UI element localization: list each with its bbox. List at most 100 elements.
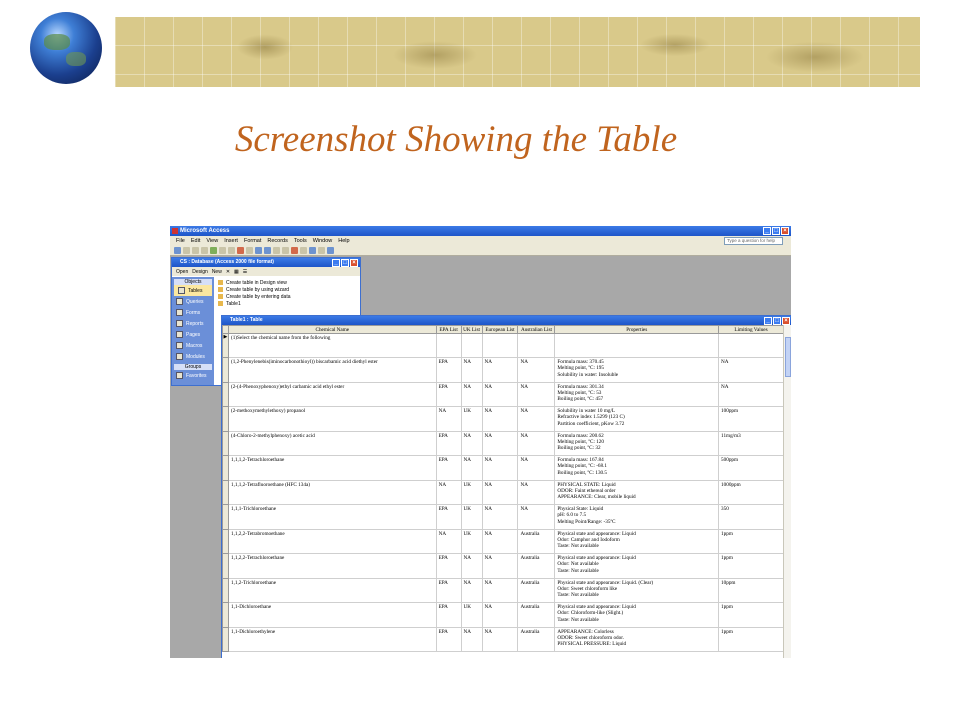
epa-list-cell[interactable]: EPA — [435, 602, 462, 628]
col-limiting-values[interactable]: Limiting Values — [718, 325, 784, 334]
uk-list-cell[interactable]: NA — [460, 626, 483, 652]
details-icon[interactable]: ☰ — [243, 269, 247, 275]
european-list-cell[interactable]: NA — [481, 455, 519, 481]
col-australian-list[interactable]: Australian List — [517, 325, 556, 334]
australian-list-cell[interactable]: NA — [517, 455, 556, 481]
table-row[interactable]: (4-Chloro-2-methylphenoxy) acetic acid EP… — [222, 430, 784, 456]
object-pages[interactable]: Pages — [172, 329, 214, 340]
epa-list-cell[interactable]: NA — [435, 528, 462, 554]
limiting-values-cell[interactable]: 1000ppm — [718, 479, 784, 505]
epa-list-cell[interactable]: EPA — [435, 455, 462, 481]
limiting-values-cell[interactable]: NA — [718, 357, 784, 383]
minimize-button[interactable]: _ — [763, 227, 771, 235]
create-entering-data-item[interactable]: Create table by entering data — [218, 293, 291, 300]
australian-list-cell[interactable]: Australia — [517, 577, 556, 603]
db-maximize-button[interactable]: □ — [341, 259, 349, 267]
properties-cell[interactable]: Formula mass: 167.84 Melting point, ºC: … — [554, 455, 720, 481]
menu-tools[interactable]: Tools — [294, 238, 307, 244]
table-row[interactable]: 1,1,1,2-Tetrafluoroethane (HFC 134a) NA UK… — [222, 479, 784, 505]
sort-ascending-icon[interactable] — [255, 246, 262, 254]
help-search-input[interactable]: Type a question for help — [724, 237, 783, 245]
properties-cell[interactable]: PHYSICAL STATE: Liquid ODOR: Faint ether… — [554, 479, 720, 505]
table-close-button[interactable]: × — [782, 317, 790, 325]
chemical-name-cell[interactable]: (1)Select the chemical name from the fol… — [227, 333, 437, 358]
chemical-name-cell[interactable]: 1,1,2-Trichloroethane — [227, 577, 437, 603]
properties-cell[interactable]: Physical state and appearance: Liquid. (… — [554, 577, 720, 603]
delete-icon[interactable]: ✕ — [226, 269, 230, 275]
european-list-cell[interactable]: NA — [481, 504, 519, 530]
object-forms[interactable]: Forms — [172, 307, 214, 318]
european-list-cell[interactable]: NA — [481, 357, 519, 383]
limiting-values-cell[interactable] — [718, 333, 784, 358]
uk-list-cell[interactable]: NA — [460, 455, 483, 481]
table-row[interactable]: 1,1-Dichloroethane EPA UK NA Australia Physic… — [222, 602, 784, 628]
australian-list-cell[interactable] — [517, 333, 556, 358]
copy-icon[interactable] — [228, 246, 235, 254]
uk-list-cell[interactable]: UK — [460, 479, 483, 505]
limiting-values-cell[interactable]: 1ppm — [718, 528, 784, 554]
european-list-cell[interactable]: NA — [481, 381, 519, 407]
uk-list-cell[interactable] — [460, 333, 483, 358]
table-row[interactable]: 1,1,1-Trichloroethane EPA UK NA NA Physical S… — [222, 504, 784, 530]
epa-list-cell[interactable]: EPA — [435, 357, 462, 383]
object-modules[interactable]: Modules — [172, 351, 214, 362]
uk-list-cell[interactable]: UK — [460, 602, 483, 628]
limiting-values-cell[interactable]: 10ppm — [718, 577, 784, 603]
properties-cell[interactable]: Physical state and appearance: Liquid Od… — [554, 553, 720, 579]
properties-cell[interactable]: Formula mass: 301.34 Melting point, ºC: … — [554, 381, 720, 407]
chemical-name-cell[interactable]: 1,1,2,2-Tetrachloroethane — [227, 553, 437, 579]
table-maximize-button[interactable]: □ — [773, 317, 781, 325]
new-button[interactable]: New — [212, 269, 222, 275]
european-list-cell[interactable]: NA — [481, 577, 519, 603]
limiting-values-cell[interactable]: 1ppm — [718, 602, 784, 628]
save-icon[interactable] — [183, 246, 190, 254]
col-properties[interactable]: Properties — [554, 325, 720, 334]
table1-item[interactable]: Table1 — [218, 300, 291, 307]
uk-list-cell[interactable]: UK — [460, 504, 483, 530]
australian-list-cell[interactable]: NA — [517, 430, 556, 456]
menu-help[interactable]: Help — [338, 238, 349, 244]
table-row[interactable]: (1,2-Phenylenebis(iminocarbonothioyl)) b… — [222, 357, 784, 383]
epa-list-cell[interactable]: NA — [435, 406, 462, 432]
database-window-icon[interactable] — [309, 246, 316, 254]
vertical-scrollbar[interactable] — [783, 325, 791, 658]
australian-list-cell[interactable]: NA — [517, 406, 556, 432]
properties-cell[interactable]: APPEARANCE: Colorless ODOR: Sweet chloro… — [554, 626, 720, 652]
european-list-cell[interactable]: NA — [481, 528, 519, 554]
menu-file[interactable]: File — [176, 238, 185, 244]
col-chemical-name[interactable]: Chemical Name — [227, 325, 437, 334]
filter-icon[interactable] — [273, 246, 280, 254]
table-row[interactable]: 1,1,2-Trichloroethane EPA NA NA Australia Phy… — [222, 577, 784, 603]
properties-cell[interactable] — [554, 333, 720, 358]
delete-record-icon[interactable] — [300, 246, 307, 254]
australian-list-cell[interactable]: Australia — [517, 553, 556, 579]
properties-cell[interactable]: Solubility in water 10 mg/L Refractive i… — [554, 406, 720, 432]
sort-descending-icon[interactable] — [264, 246, 271, 254]
open-button[interactable]: Open — [176, 269, 188, 275]
create-wizard-item[interactable]: Create table by using wizard — [218, 286, 291, 293]
epa-list-cell[interactable] — [435, 333, 462, 358]
uk-list-cell[interactable]: NA — [460, 357, 483, 383]
menu-window[interactable]: Window — [313, 238, 333, 244]
australian-list-cell[interactable]: NA — [517, 357, 556, 383]
uk-list-cell[interactable]: UK — [460, 406, 483, 432]
table-row[interactable]: 1,1-Dichloroethylene EPA NA NA Australia APPE… — [222, 626, 784, 652]
group-favorites[interactable]: Favorites — [172, 370, 214, 381]
epa-list-cell[interactable]: EPA — [435, 430, 462, 456]
australian-list-cell[interactable]: NA — [517, 479, 556, 505]
european-list-cell[interactable]: NA — [481, 553, 519, 579]
table-row[interactable]: (2-(4-Phenoxyphenoxy)ethyl carbamic acid… — [222, 381, 784, 407]
design-button[interactable]: Design — [192, 269, 208, 275]
object-reports[interactable]: Reports — [172, 318, 214, 329]
limiting-values-cell[interactable]: 350 — [718, 504, 784, 530]
epa-list-cell[interactable]: EPA — [435, 626, 462, 652]
close-button[interactable]: × — [781, 227, 789, 235]
col-european-list[interactable]: European List — [481, 325, 519, 334]
maximize-button[interactable]: □ — [772, 227, 780, 235]
db-minimize-button[interactable]: _ — [332, 259, 340, 267]
find-icon[interactable] — [282, 246, 289, 254]
european-list-cell[interactable]: NA — [481, 430, 519, 456]
table-row[interactable]: 1,1,2,2-Tetrabromoethane NA UK NA Australia P… — [222, 528, 784, 554]
australian-list-cell[interactable]: Australia — [517, 528, 556, 554]
australian-list-cell[interactable]: Australia — [517, 602, 556, 628]
